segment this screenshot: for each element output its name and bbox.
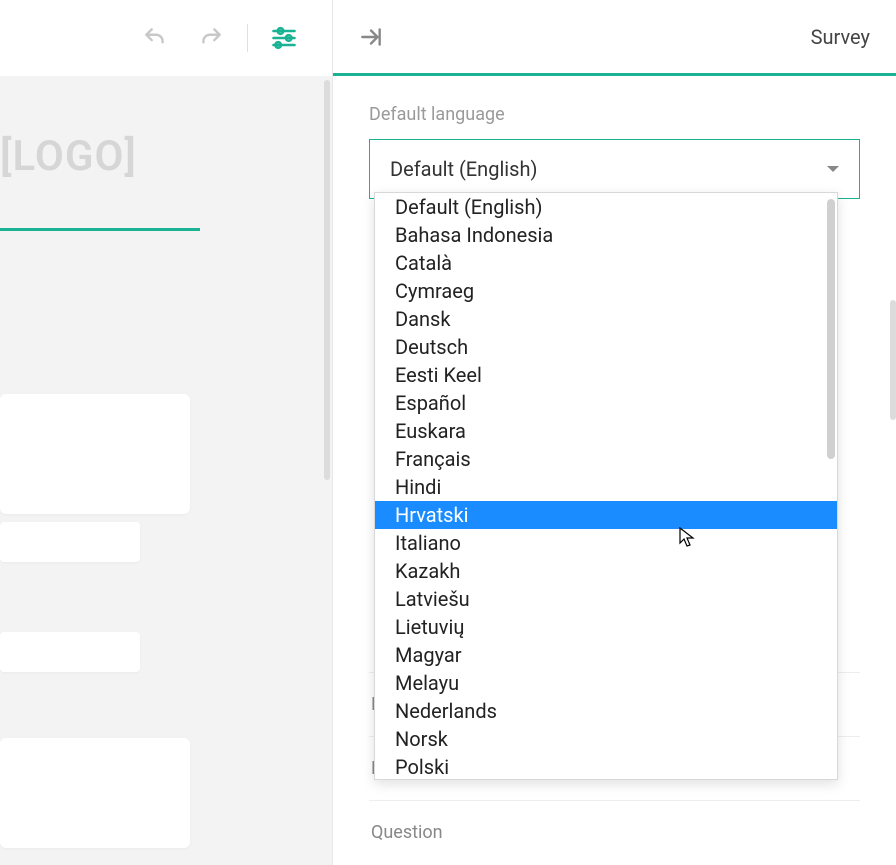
language-option[interactable]: Cymraeg [375, 277, 837, 305]
properties-header: Survey [333, 0, 896, 76]
language-option[interactable]: Polski [375, 753, 837, 779]
language-option[interactable]: Español [375, 389, 837, 417]
designer-column: [LOGO] [0, 0, 333, 865]
section-question[interactable]: Question [369, 800, 860, 864]
toolbar-divider [247, 24, 248, 52]
collapse-right-icon [358, 24, 384, 50]
language-option[interactable]: Hrvatski [375, 501, 837, 529]
left-toolbar [0, 0, 332, 76]
app-root: [LOGO] Survey Default language Defau [0, 0, 896, 865]
language-option[interactable]: Latviešu [375, 585, 837, 613]
collapse-panel-button[interactable] [353, 19, 389, 55]
language-option[interactable]: Lietuvių [375, 613, 837, 641]
panel-title: Survey [811, 25, 870, 49]
language-option[interactable]: Italiano [375, 529, 837, 557]
language-option[interactable]: Dansk [375, 305, 837, 333]
redo-button[interactable] [187, 14, 235, 62]
default-language-label: Default language [369, 104, 860, 125]
settings-button[interactable] [260, 14, 308, 62]
language-option[interactable]: Deutsch [375, 333, 837, 361]
language-option[interactable]: Hindi [375, 473, 837, 501]
title-underline [0, 228, 200, 231]
caret-down-icon [827, 166, 839, 172]
language-option[interactable]: Euskara [375, 417, 837, 445]
language-option[interactable]: Kazakh [375, 557, 837, 585]
undo-icon [142, 25, 168, 51]
language-option[interactable]: Català [375, 249, 837, 277]
language-option[interactable]: Nederlands [375, 697, 837, 725]
undo-button[interactable] [131, 14, 179, 62]
section-label: Question [371, 822, 443, 843]
language-option[interactable]: Bahasa Indonesia [375, 221, 837, 249]
right-scrollbar-thumb[interactable] [890, 300, 896, 420]
designer-canvas[interactable]: [LOGO] [0, 76, 332, 865]
canvas-card[interactable] [0, 738, 190, 848]
dropdown-scrollbar-thumb[interactable] [827, 199, 835, 459]
canvas-card[interactable] [0, 632, 140, 672]
canvas-card[interactable] [0, 394, 190, 514]
language-dropdown-list[interactable]: Default (English)Bahasa IndonesiaCatalàC… [375, 193, 837, 779]
language-option[interactable]: Eesti Keel [375, 361, 837, 389]
settings-sliders-icon [270, 24, 298, 52]
language-option[interactable]: Norsk [375, 725, 837, 753]
select-value: Default (English) [390, 157, 537, 181]
default-language-select[interactable]: Default (English) [369, 139, 860, 199]
redo-icon [198, 25, 224, 51]
canvas-card[interactable] [0, 522, 140, 562]
language-option[interactable]: Melayu [375, 669, 837, 697]
language-option[interactable]: Français [375, 445, 837, 473]
logo-placeholder[interactable]: [LOGO] [0, 132, 137, 181]
language-option[interactable]: Default (English) [375, 193, 837, 221]
language-option[interactable]: Magyar [375, 641, 837, 669]
language-dropdown-popup[interactable]: Default (English)Bahasa IndonesiaCatalàC… [374, 192, 838, 780]
left-scrollbar-thumb[interactable] [324, 80, 330, 480]
